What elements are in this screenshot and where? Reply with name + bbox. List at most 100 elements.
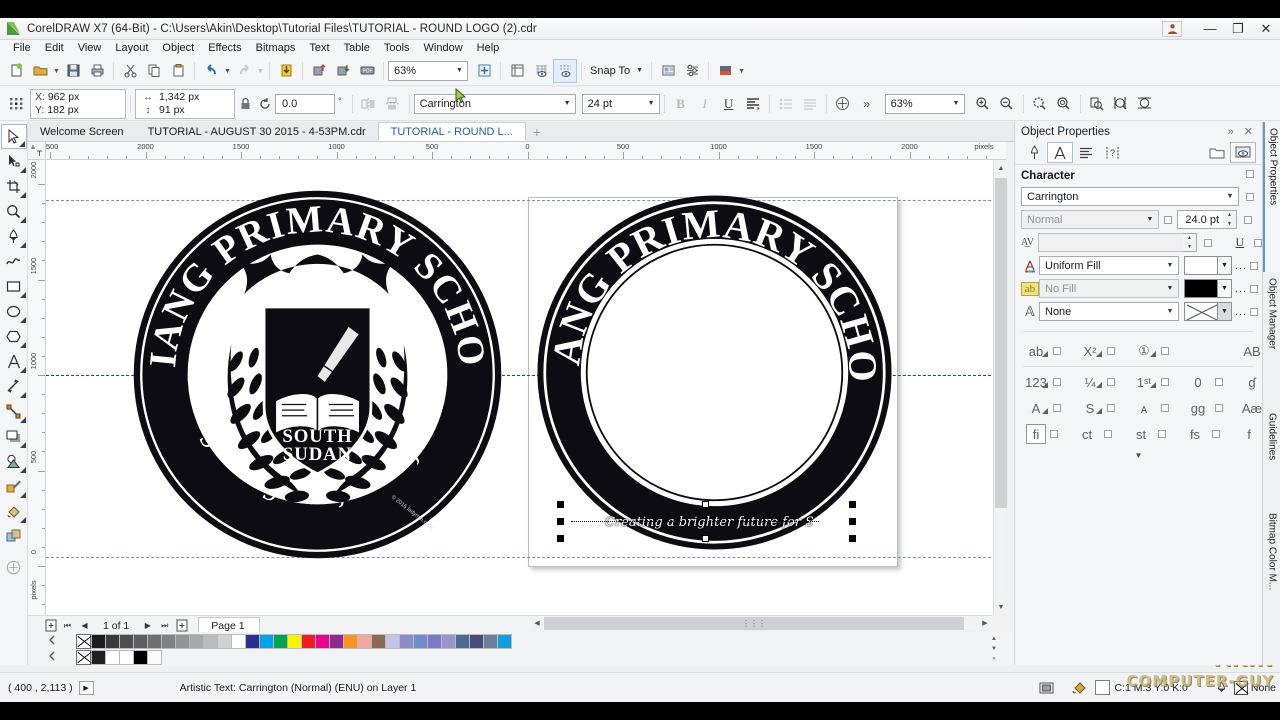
document-tab-tutorial-august[interactable]: TUTORIAL - AUGUST 30 2015 - 4-53PM.cdr <box>135 122 378 141</box>
ruler-origin-corner[interactable] <box>28 142 46 160</box>
show-rulers-button[interactable] <box>505 59 529 83</box>
fill-color-swatch[interactable] <box>1184 256 1218 275</box>
underline-checkbox[interactable] <box>1254 238 1262 247</box>
document-tab-welcome-screen[interactable]: Welcome Screen <box>28 122 136 141</box>
palette-scroll-left-icon-row2[interactable] <box>46 650 60 664</box>
tabular-figures-feature-checkbox[interactable] <box>1053 378 1061 386</box>
bullet-list-button[interactable] <box>774 92 798 116</box>
chevron-down-icon[interactable]: ▼ <box>949 100 964 107</box>
scroll-left-arrow-icon[interactable]: ◀ <box>530 616 544 630</box>
palette-swatch[interactable] <box>105 634 120 649</box>
frame-properties-tab[interactable]: ? <box>1099 142 1125 163</box>
text-align-button[interactable] <box>741 92 765 116</box>
new-style-from-button[interactable] <box>1204 142 1230 163</box>
background-checkbox[interactable] <box>1250 284 1258 293</box>
palette-swatch[interactable] <box>189 634 204 649</box>
palette-swatch[interactable] <box>329 634 344 649</box>
object-styles-button[interactable] <box>680 59 704 83</box>
menu-tools[interactable]: Tools <box>377 41 417 55</box>
palette-swatch[interactable] <box>231 634 246 649</box>
flyout-arrow-icon[interactable] <box>19 442 26 448</box>
palette-swatch[interactable] <box>315 634 330 649</box>
mesh-fill-tool[interactable] <box>1 524 27 549</box>
flyout-arrow-icon[interactable] <box>1150 351 1156 357</box>
discretionary-ligatures-feature-checkbox[interactable] <box>1104 430 1112 438</box>
canvas-horizontal-scrollbar[interactable]: ◀ ⋮⋮⋮ ▶ <box>530 615 992 630</box>
ariang-primary-school-logo[interactable]: ARIANG PRIMARY SCHOOL Creating a brighte… <box>130 187 505 562</box>
launcher-chevron-icon[interactable]: ▼ <box>737 59 746 83</box>
interactive-fill-tool[interactable] <box>1 499 27 524</box>
copy-button[interactable] <box>142 59 166 83</box>
straight-line-connector-tool[interactable] <box>1 399 27 424</box>
selection-handle-n[interactable] <box>702 501 709 508</box>
menu-window[interactable]: Window <box>417 41 470 55</box>
open-recent-chevron-icon[interactable]: ▼ <box>52 59 61 83</box>
palette-swatch[interactable] <box>343 634 358 649</box>
fill-color-chevron-icon[interactable]: ▼ <box>1218 256 1232 275</box>
object-origin-selector[interactable] <box>4 92 30 116</box>
open-document-button[interactable] <box>28 59 52 83</box>
object-size-fields[interactable]: ↔ 1,342 px ↕ 91 px <box>135 88 235 119</box>
palette-swatch-row2[interactable] <box>119 650 134 665</box>
show-grid-button[interactable] <box>529 59 553 83</box>
palette-swatch[interactable] <box>133 634 148 649</box>
palette-swatch[interactable] <box>385 634 400 649</box>
palette-swatch[interactable] <box>245 634 260 649</box>
palette-swatch-row2[interactable] <box>91 650 106 665</box>
palette-swatch[interactable] <box>259 634 274 649</box>
smart-fill-tool[interactable] <box>1 249 27 274</box>
shape-tool[interactable] <box>1 149 27 174</box>
palette-swatch[interactable] <box>91 634 106 649</box>
snap-to-dropdown[interactable]: Snap To ▼ <box>586 60 647 82</box>
drop-shadow-tool[interactable] <box>1 424 27 449</box>
flyout-arrow-icon[interactable] <box>19 317 26 323</box>
palette-swatch[interactable] <box>217 634 232 649</box>
kerning-checkbox[interactable] <box>1203 238 1212 247</box>
pick-tool[interactable] <box>0 124 27 149</box>
docker-font-size-field[interactable]: 24.0 pt <box>1177 210 1223 229</box>
user-account-icon[interactable] <box>1162 20 1182 37</box>
color-eyedropper-tool[interactable] <box>1 474 27 499</box>
palette-no-color-swatch-row2[interactable] <box>76 650 91 665</box>
menu-edit[interactable]: Edit <box>38 41 71 55</box>
minimize-button[interactable]: — <box>1196 18 1224 40</box>
undo-button[interactable] <box>199 59 223 83</box>
italic-button[interactable]: I <box>693 92 717 116</box>
italics-feature-checkbox[interactable] <box>1161 404 1169 412</box>
menu-bitmaps[interactable]: Bitmaps <box>249 41 303 55</box>
position-feature-icon[interactable]: X² <box>1077 344 1103 359</box>
view-zoom-combo[interactable]: 63% ▼ <box>884 93 965 114</box>
stylistic-sets-feature-checkbox[interactable] <box>1107 404 1115 412</box>
character-properties-tab[interactable] <box>1047 142 1073 163</box>
selection-handle-w[interactable] <box>557 518 564 525</box>
redo-button[interactable] <box>232 59 256 83</box>
selection-handle-s[interactable] <box>702 535 709 542</box>
quick-customize-button[interactable] <box>1 555 27 580</box>
flyout-arrow-icon[interactable] <box>19 242 26 248</box>
palette-swatch[interactable] <box>469 634 484 649</box>
outline-properties-tab[interactable] <box>1021 142 1047 163</box>
stylistic-sets-feature-icon[interactable]: S <box>1077 401 1103 416</box>
flyout-arrow-icon[interactable] <box>19 517 26 523</box>
flyout-arrow-icon[interactable] <box>19 467 26 473</box>
palette-swatch[interactable] <box>413 634 428 649</box>
mirror-horizontal-button[interactable] <box>357 92 381 116</box>
fill-checkbox[interactable] <box>1250 261 1258 270</box>
docker-collapse-button[interactable]: » <box>1223 126 1239 138</box>
vtab-guidelines[interactable]: Guidelines <box>1263 407 1280 507</box>
font-size-combo[interactable]: 24 pt ▼ <box>581 93 660 114</box>
selection-handle-sw[interactable] <box>557 535 564 542</box>
ariang-logo-in-progress[interactable]: ARIANG PRIMARY SCHOOL <box>532 190 897 555</box>
palette-swatch[interactable] <box>399 634 414 649</box>
chevron-down-icon[interactable]: ▼ <box>452 67 467 74</box>
underline-button[interactable]: U <box>717 92 741 116</box>
contextual-ligatures-feature-checkbox[interactable] <box>1212 430 1220 438</box>
vtab-object-properties[interactable]: Object Properties <box>1263 122 1280 272</box>
save-document-button[interactable] <box>61 59 85 83</box>
zoom-to-page-button[interactable] <box>1085 92 1109 116</box>
flyout-arrow-icon[interactable] <box>1150 381 1156 388</box>
application-launcher-button[interactable] <box>713 59 737 83</box>
tabular-figures-feature-icon[interactable]: 123 <box>1023 375 1049 390</box>
palette-swatch[interactable] <box>147 634 162 649</box>
canvas-vertical-scrollbar[interactable]: ▲ ▼ <box>993 160 1008 615</box>
